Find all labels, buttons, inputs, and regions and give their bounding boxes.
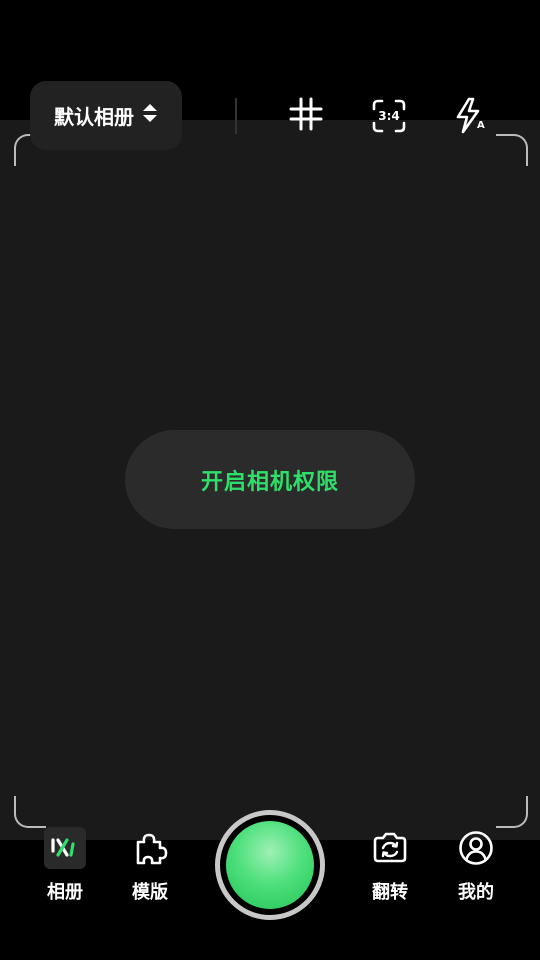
user-circle-icon <box>454 826 498 870</box>
grid-icon <box>289 97 323 135</box>
flash-auto-icon: A <box>449 96 489 136</box>
flash-mode-label: A <box>477 120 485 131</box>
frame-corner-bottom-left <box>14 796 46 828</box>
aspect-ratio-icon: 3:4 <box>372 99 406 133</box>
album-logo-icon <box>43 826 87 870</box>
nav-template[interactable]: 模版 <box>115 826 185 906</box>
nav-album[interactable]: 相册 <box>30 826 100 906</box>
sort-updown-icon <box>142 103 158 128</box>
puzzle-icon <box>128 826 172 870</box>
nav-album-label: 相册 <box>47 882 83 903</box>
frame-corner-top-right <box>496 134 528 166</box>
nav-profile-label: 我的 <box>458 882 494 903</box>
aspect-ratio-label: 3:4 <box>378 109 400 123</box>
nav-template-label: 模版 <box>132 882 168 903</box>
shutter-button[interactable] <box>215 810 325 920</box>
aspect-ratio-button[interactable]: 3:4 <box>369 96 409 136</box>
grid-toggle-button[interactable] <box>286 96 326 136</box>
camera-flip-icon <box>368 826 412 870</box>
album-selector-label: 默认相册 <box>54 105 134 129</box>
permission-button-label: 开启相机权限 <box>200 469 339 495</box>
toolbar-divider <box>235 98 237 134</box>
frame-corner-bottom-right <box>496 796 528 828</box>
flash-mode-button[interactable]: A <box>449 96 489 136</box>
camera-screen: 默认相册 3:4 A 开启相机权限 相册 模版 翻转 我的 <box>0 0 540 960</box>
nav-flip-camera[interactable]: 翻转 <box>355 826 425 906</box>
enable-camera-permission-button[interactable]: 开启相机权限 <box>125 430 415 529</box>
nav-profile[interactable]: 我的 <box>441 826 511 906</box>
nav-flip-label: 翻转 <box>372 882 408 903</box>
album-selector-button[interactable]: 默认相册 <box>30 81 182 150</box>
shutter-button-core <box>226 821 314 909</box>
